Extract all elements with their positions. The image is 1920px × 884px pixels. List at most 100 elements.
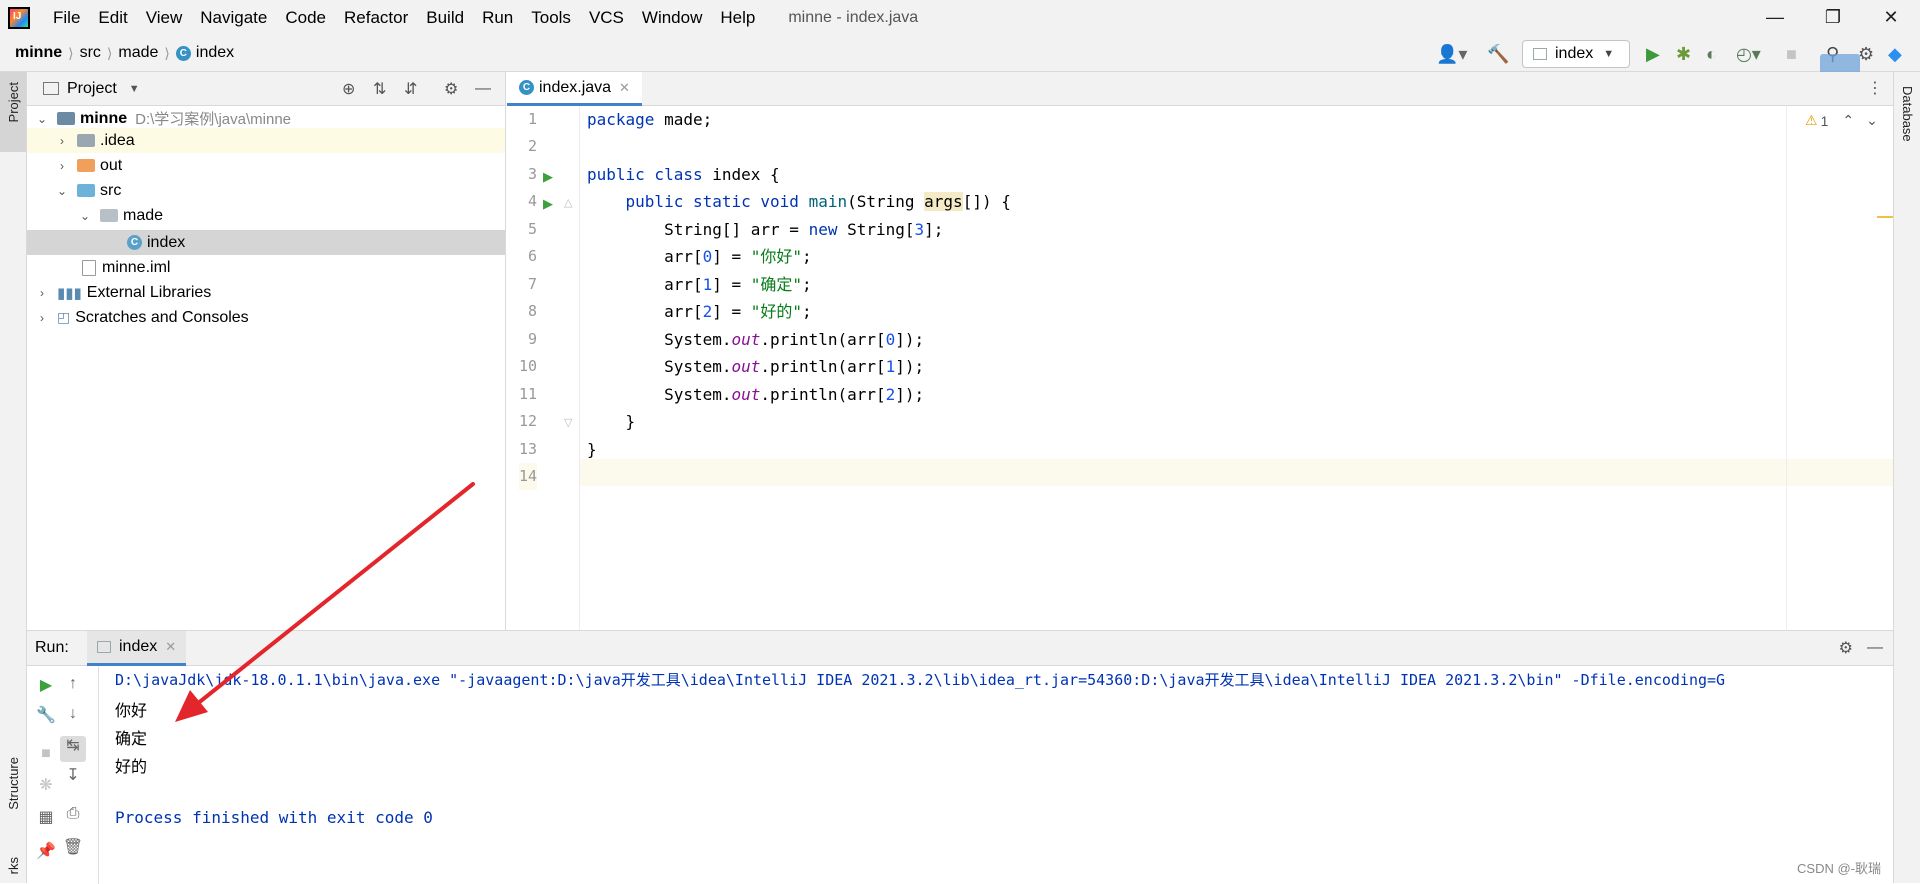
run-panel-label: Run: [35, 639, 69, 656]
toolbox-icon[interactable]: ◆ [1888, 44, 1902, 64]
editor-tab-index-java[interactable]: C index.java ✕ [507, 72, 642, 106]
soft-wrap-icon[interactable]: ↹ [62, 735, 84, 755]
chevron-right-icon[interactable]: › [55, 134, 69, 148]
build-hammer-icon[interactable]: 🔨 [1487, 44, 1509, 64]
project-panel-title[interactable]: Project [67, 80, 117, 98]
expand-all-icon[interactable]: ⇅ [373, 79, 386, 99]
bookmarks-tool-tab[interactable]: rks [6, 857, 21, 874]
console-exit-line: Process finished with exit code 0 [115, 808, 433, 827]
more-options-icon[interactable]: ⋮ [1867, 78, 1883, 98]
chevron-right-icon[interactable]: › [35, 286, 49, 300]
user-icon[interactable]: 👤▾ [1436, 44, 1467, 64]
rerun-icon[interactable]: ▶ [35, 675, 57, 695]
tree-label: .idea [100, 131, 135, 149]
project-tool-tab[interactable]: Project [6, 82, 21, 122]
console-output-line: 确定 [115, 731, 148, 748]
coverage-icon[interactable]: ◐ [1706, 44, 1717, 64]
chevron-down-icon[interactable]: ⌄ [35, 112, 49, 126]
tree-item-made[interactable]: ⌄ made [27, 203, 505, 228]
menu-code[interactable]: Code [276, 8, 335, 28]
chevron-down-icon[interactable]: ▼ [129, 83, 140, 95]
hide-panel-icon[interactable]: — [1867, 639, 1883, 657]
menu-refactor[interactable]: Refactor [335, 8, 417, 28]
trash-icon[interactable]: 🗑 [62, 837, 84, 857]
run-icon[interactable]: ▶ [1646, 44, 1660, 64]
source-folder-icon [77, 184, 95, 197]
code-editor[interactable]: C index.java ✕ ⋮ 1 2 3 4 5 6 7 8 9 10 11… [507, 72, 1893, 630]
code-line: String[] arr = new String[3]; [587, 220, 944, 239]
minimize-button[interactable]: — [1746, 0, 1804, 35]
tree-item-external-libraries[interactable]: › ▮▮▮ External Libraries [27, 280, 505, 305]
breadcrumb-src[interactable]: src [80, 44, 101, 62]
menu-vcs[interactable]: VCS [580, 8, 633, 28]
chevron-right-icon: ⟩ [106, 44, 113, 61]
tree-item-out[interactable]: › out [27, 153, 505, 178]
code-area[interactable]: package made; public class index { publi… [507, 106, 1893, 630]
tree-item-src[interactable]: ⌄ src [27, 178, 505, 203]
tree-item-scratches[interactable]: › ◰ Scratches and Consoles [27, 305, 505, 330]
menu-file[interactable]: File [44, 8, 89, 28]
run-tab-index[interactable]: index ✕ [87, 631, 187, 666]
chevron-down-icon[interactable]: ⌄ [1866, 112, 1878, 129]
scroll-to-end-icon[interactable]: ↧ [62, 765, 84, 785]
settings-gear-icon[interactable]: ⚙ [1839, 638, 1853, 658]
hide-panel-icon[interactable]: — [475, 80, 491, 98]
menu-tools[interactable]: Tools [522, 8, 580, 28]
module-folder-icon [57, 112, 75, 125]
editor-tab-bar: C index.java ✕ ⋮ [507, 72, 1893, 106]
close-tab-icon[interactable]: ✕ [165, 639, 176, 655]
menu-edit[interactable]: Edit [89, 8, 136, 28]
close-tab-icon[interactable]: ✕ [619, 80, 630, 96]
chevron-down-icon[interactable]: ⌄ [55, 184, 69, 198]
locate-icon[interactable]: ⊕ [342, 79, 355, 99]
arrow-up-icon[interactable]: ↑ [62, 675, 84, 693]
dump-threads-icon[interactable]: ❋ [35, 775, 57, 795]
menu-window[interactable]: Window [633, 8, 711, 28]
structure-tool-tab[interactable]: Structure [6, 757, 21, 810]
tree-label: index [147, 233, 186, 251]
menu-navigate[interactable]: Navigate [191, 8, 276, 28]
chevron-right-icon[interactable]: › [35, 311, 49, 325]
close-window-button[interactable]: ✕ [1862, 0, 1920, 35]
restore-button[interactable]: ❐ [1804, 0, 1862, 35]
settings-gear-icon[interactable]: ⚙ [1858, 44, 1874, 64]
chevron-up-icon[interactable]: ⌃ [1842, 112, 1854, 129]
run-configuration-select[interactable]: index ▼ [1522, 40, 1630, 68]
breadcrumb-index[interactable]: index [196, 44, 234, 62]
menu-build[interactable]: Build [417, 8, 473, 28]
debug-icon[interactable]: ✱ [1676, 44, 1691, 64]
tree-item-minne-iml[interactable]: minne.iml [27, 255, 505, 280]
print-icon[interactable]: ⎙ [62, 805, 84, 823]
wrench-icon[interactable]: 🔧 [35, 705, 57, 725]
chevron-down-icon[interactable]: ⌄ [78, 209, 92, 223]
excluded-folder-icon [77, 159, 95, 172]
warning-marker[interactable] [1877, 216, 1893, 218]
inspection-widget[interactable]: ⚠ 1 ⌃ ⌄ [1805, 112, 1878, 129]
tree-item-idea[interactable]: › .idea [27, 128, 505, 153]
menu-help[interactable]: Help [711, 8, 764, 28]
database-tool-tab[interactable]: Database [1900, 86, 1915, 142]
pin-icon[interactable]: 📌 [35, 841, 57, 861]
menu-run[interactable]: Run [473, 8, 522, 28]
run-config-label: index [1555, 45, 1594, 62]
code-line: System.out.println(arr[0]); [587, 330, 925, 349]
stop-icon[interactable]: ■ [35, 745, 57, 763]
menu-view[interactable]: View [137, 8, 192, 28]
profile-icon[interactable]: ◴▾ [1736, 44, 1761, 64]
breadcrumb-made[interactable]: made [118, 44, 158, 62]
tree-item-index[interactable]: C index [27, 230, 505, 255]
intellij-logo-icon[interactable] [8, 6, 30, 29]
code-line: System.out.println(arr[2]); [587, 385, 925, 404]
chevron-right-icon[interactable]: › [55, 159, 69, 173]
project-panel-header: Project ▼ ⊕ ⇅ ⇵ ⚙ — [27, 72, 505, 106]
collapse-all-icon[interactable]: ⇵ [404, 79, 417, 99]
chevron-right-icon: ⟩ [68, 44, 74, 61]
settings-gear-icon[interactable]: ⚙ [444, 79, 458, 99]
code-line: } [587, 412, 636, 431]
breadcrumb-project[interactable]: minne [15, 44, 62, 62]
breadcrumb: minne ⟩ src ⟩ made ⟩ C index [15, 44, 234, 62]
warning-count: 1 [1820, 112, 1829, 129]
stop-icon[interactable]: ■ [1786, 44, 1797, 64]
arrow-down-icon[interactable]: ↓ [62, 705, 84, 723]
layout-icon[interactable]: ▦ [35, 807, 57, 827]
